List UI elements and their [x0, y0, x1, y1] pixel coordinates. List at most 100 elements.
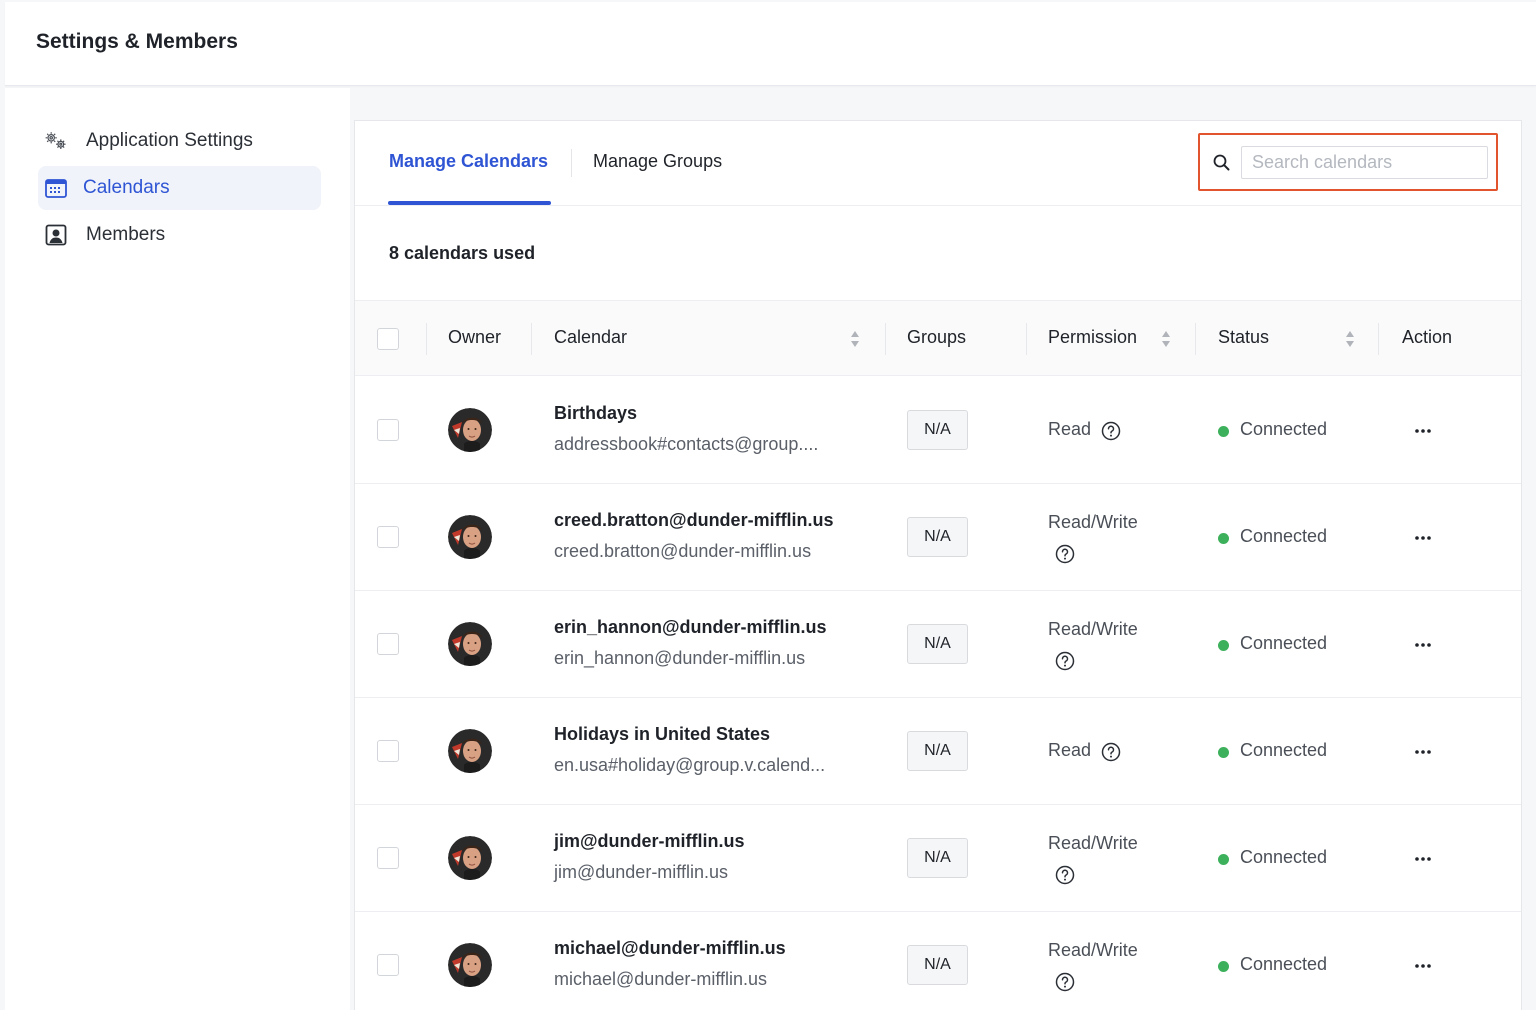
calendar-id: erin_hannon@dunder-mifflin.us — [554, 648, 806, 668]
tab-divider — [571, 149, 572, 177]
column-header-action: Action — [1402, 327, 1453, 347]
calendar-name: Holidays in United States — [554, 724, 771, 744]
active-tab-indicator — [388, 201, 551, 205]
permission-text: Read/Write — [1048, 940, 1138, 960]
sidebar-item-application-settings[interactable]: Application Settings — [38, 119, 321, 163]
sort-icon[interactable] — [850, 330, 860, 348]
status-dot — [1218, 961, 1229, 972]
permission-text: Read — [1048, 419, 1092, 439]
help-icon[interactable] — [1055, 651, 1075, 671]
table-row[interactable]: Birthdays addressbook#contacts@group.... N… — [355, 377, 1521, 484]
table-row[interactable]: erin_hannon@dunder-mifflin.us erin_hannon… — [355, 591, 1521, 698]
status-text: Connected — [1240, 847, 1328, 867]
column-header-calendar[interactable]: Calendar — [554, 327, 627, 348]
table-row[interactable]: creed.bratton@dunder-mifflin.us creed.bra… — [355, 484, 1521, 591]
column-header-groups: Groups — [907, 327, 967, 347]
calendar-name: creed.bratton@dunder-mifflin.us — [554, 510, 834, 530]
more-options-icon[interactable] — [1413, 742, 1433, 762]
permission-text: Read/Write — [1048, 833, 1138, 853]
table-row[interactable]: jim@dunder-mifflin.us jim@dunder-mifflin.… — [355, 805, 1521, 912]
column-divider — [1195, 323, 1196, 355]
row-checkbox[interactable] — [377, 526, 399, 548]
row-checkbox[interactable] — [377, 419, 399, 441]
sidebar-item-label: Calendars — [83, 177, 170, 198]
table-row[interactable]: michael@dunder-mifflin.us michael@dunder-… — [355, 912, 1521, 1010]
groups-badge: N/A — [907, 731, 968, 771]
calendar-id: michael@dunder-mifflin.us — [554, 969, 768, 989]
calendar-id: addressbook#contacts@group.... — [554, 434, 819, 454]
calendar-icon — [44, 176, 68, 200]
column-header-owner: Owner — [448, 327, 502, 347]
table-header: Owner Calendar Groups Permission Status … — [355, 300, 1521, 376]
row-checkbox[interactable] — [377, 847, 399, 869]
groups-badge: N/A — [907, 838, 968, 878]
row-checkbox[interactable] — [377, 633, 399, 655]
calendar-name: jim@dunder-mifflin.us — [554, 831, 745, 851]
sort-icon[interactable] — [1345, 330, 1355, 348]
help-icon[interactable] — [1101, 421, 1121, 441]
tab-manage-groups[interactable]: Manage Groups — [593, 151, 722, 172]
owner-avatar — [448, 943, 492, 987]
calendar-name: michael@dunder-mifflin.us — [554, 938, 786, 958]
row-checkbox[interactable] — [377, 740, 399, 762]
select-all-checkbox[interactable] — [377, 328, 399, 350]
tab-manage-calendars[interactable]: Manage Calendars — [389, 151, 548, 172]
help-icon[interactable] — [1055, 972, 1075, 992]
permission-text: Read/Write — [1048, 512, 1138, 532]
permission-text: Read/Write — [1048, 619, 1138, 639]
table-row[interactable]: Holidays in United States en.usa#holiday@… — [355, 698, 1521, 805]
owner-avatar — [448, 729, 492, 773]
more-options-icon[interactable] — [1413, 956, 1433, 976]
column-header-status[interactable]: Status — [1218, 327, 1269, 348]
more-options-icon[interactable] — [1413, 635, 1433, 655]
top-bar: Settings & Members — [5, 2, 1536, 86]
sidebar: Application Settings Calendars Members — [5, 88, 350, 1010]
status-text: Connected — [1240, 740, 1328, 760]
column-divider — [1026, 323, 1027, 355]
sidebar-item-label: Application Settings — [86, 130, 253, 151]
calendar-id: creed.bratton@dunder-mifflin.us — [554, 541, 812, 561]
calendar-name: Birthdays — [554, 403, 638, 423]
search-icon — [1212, 153, 1232, 173]
more-options-icon[interactable] — [1413, 849, 1433, 869]
more-options-icon[interactable] — [1413, 528, 1433, 548]
groups-badge: N/A — [907, 624, 968, 664]
column-header-permission[interactable]: Permission — [1048, 327, 1137, 348]
groups-badge: N/A — [907, 410, 968, 450]
sidebar-item-label: Members — [86, 224, 166, 245]
groups-badge: N/A — [907, 517, 968, 557]
calendars-card: Manage Calendars Manage Groups 8 calenda… — [354, 120, 1522, 1010]
tabs-bar: Manage Calendars Manage Groups — [355, 121, 1521, 206]
owner-avatar — [448, 515, 492, 559]
status-text: Connected — [1240, 526, 1328, 546]
sort-icon[interactable] — [1161, 330, 1171, 348]
groups-badge: N/A — [907, 945, 968, 985]
search-input[interactable] — [1241, 146, 1488, 179]
sidebar-item-members[interactable]: Members — [38, 213, 321, 257]
member-icon — [44, 223, 68, 247]
status-dot — [1218, 747, 1229, 758]
gears-icon — [44, 129, 68, 153]
permission-text: Read — [1048, 740, 1092, 760]
column-divider — [885, 323, 886, 355]
owner-avatar — [448, 408, 492, 452]
help-icon[interactable] — [1101, 742, 1121, 762]
column-divider — [1378, 323, 1379, 355]
sidebar-item-calendars[interactable]: Calendars — [38, 166, 321, 210]
status-dot — [1218, 640, 1229, 651]
page-title: Settings & Members — [36, 30, 238, 53]
row-checkbox[interactable] — [377, 954, 399, 976]
help-icon[interactable] — [1055, 544, 1075, 564]
column-divider — [426, 323, 427, 355]
owner-avatar — [448, 622, 492, 666]
calendar-id: jim@dunder-mifflin.us — [554, 862, 728, 882]
owner-avatar — [448, 836, 492, 880]
status-dot — [1218, 854, 1229, 865]
status-text: Connected — [1240, 419, 1328, 439]
help-icon[interactable] — [1055, 865, 1075, 885]
calendar-id: en.usa#holiday@group.v.calend... — [554, 755, 826, 775]
status-dot — [1218, 533, 1229, 544]
status-text: Connected — [1240, 633, 1328, 653]
status-text: Connected — [1240, 954, 1328, 974]
more-options-icon[interactable] — [1413, 421, 1433, 441]
